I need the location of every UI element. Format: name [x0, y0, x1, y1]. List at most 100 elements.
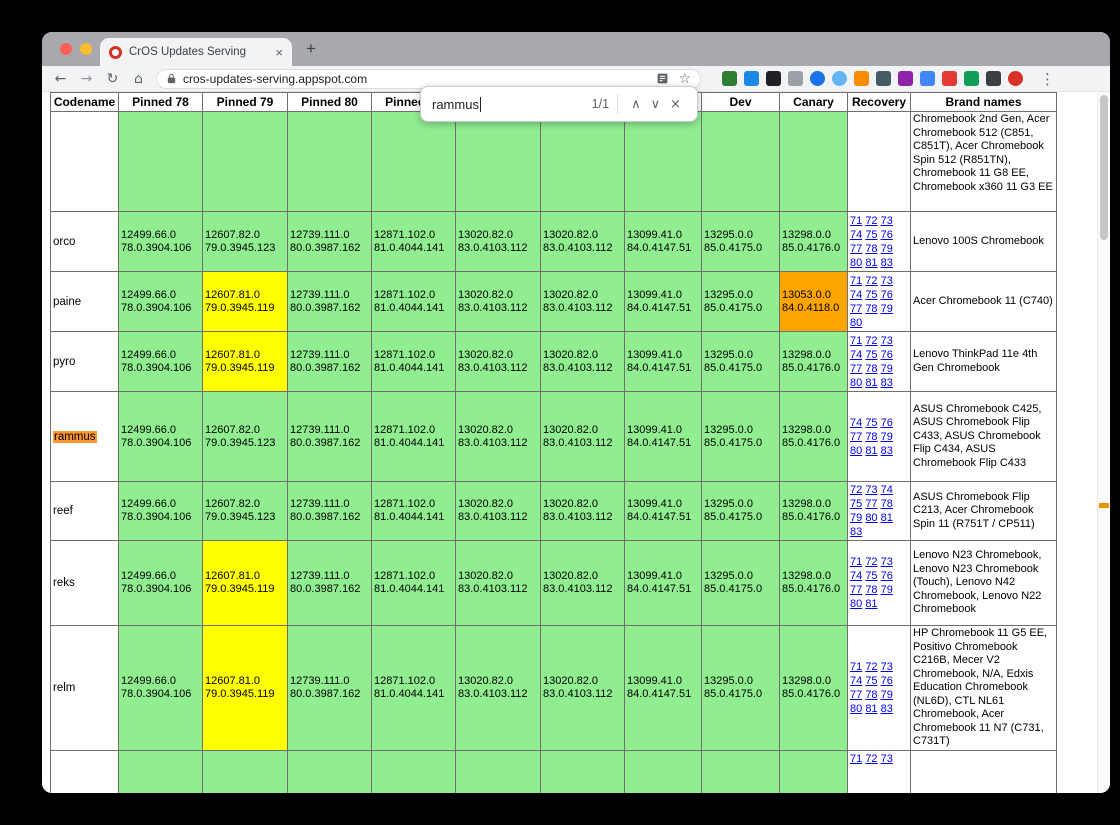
recovery-link[interactable]: 76 — [881, 675, 893, 687]
recovery-link[interactable]: 75 — [865, 417, 877, 429]
recovery-link[interactable]: 73 — [865, 484, 877, 496]
find-close-button[interactable]: × — [665, 97, 686, 112]
recovery-link[interactable]: 83 — [850, 526, 862, 538]
extension-icon-9[interactable] — [898, 71, 913, 86]
extension-icon-10[interactable] — [920, 71, 935, 86]
recovery-link[interactable]: 77 — [850, 431, 862, 443]
recovery-link[interactable]: 79 — [850, 512, 862, 524]
extension-icon-14[interactable] — [1008, 71, 1023, 86]
recovery-link[interactable]: 76 — [881, 570, 893, 582]
recovery-link[interactable]: 79 — [881, 431, 893, 443]
recovery-link[interactable]: 80 — [850, 257, 862, 269]
recovery-link[interactable]: 81 — [865, 598, 877, 610]
recovery-link[interactable]: 79 — [881, 303, 893, 315]
recovery-link[interactable]: 78 — [865, 584, 877, 596]
recovery-link[interactable]: 83 — [881, 703, 893, 715]
recovery-link[interactable]: 79 — [881, 243, 893, 255]
recovery-link[interactable]: 76 — [881, 289, 893, 301]
extension-icon-13[interactable] — [986, 71, 1001, 86]
recovery-link[interactable]: 77 — [850, 689, 862, 701]
recovery-link[interactable]: 72 — [865, 661, 877, 673]
close-window-button[interactable] — [60, 43, 72, 55]
recovery-link[interactable]: 74 — [850, 675, 862, 687]
recovery-link[interactable]: 80 — [850, 598, 862, 610]
recovery-link[interactable]: 71 — [850, 753, 862, 765]
browser-menu-icon[interactable]: ⋮ — [1040, 70, 1055, 88]
extension-icon-12[interactable] — [964, 71, 979, 86]
recovery-link[interactable]: 73 — [881, 275, 893, 287]
recovery-link[interactable]: 73 — [881, 556, 893, 568]
recovery-link[interactable]: 79 — [881, 689, 893, 701]
recovery-link[interactable]: 78 — [865, 689, 877, 701]
save-page-icon[interactable] — [656, 72, 669, 85]
back-button[interactable]: ← — [52, 72, 69, 86]
recovery-link[interactable]: 71 — [850, 556, 862, 568]
minimize-window-button[interactable] — [80, 43, 92, 55]
recovery-link[interactable]: 75 — [865, 349, 877, 361]
recovery-link[interactable]: 74 — [850, 229, 862, 241]
recovery-link[interactable]: 77 — [850, 243, 862, 255]
recovery-link[interactable]: 73 — [881, 215, 893, 227]
recovery-link[interactable]: 75 — [850, 498, 862, 510]
extension-icon-3[interactable] — [766, 71, 781, 86]
recovery-link[interactable]: 80 — [850, 445, 862, 457]
recovery-link[interactable]: 75 — [865, 675, 877, 687]
recovery-link[interactable]: 73 — [881, 661, 893, 673]
recovery-link[interactable]: 71 — [850, 275, 862, 287]
recovery-link[interactable]: 78 — [865, 243, 877, 255]
find-previous-button[interactable]: ∧ — [626, 97, 646, 112]
recovery-link[interactable]: 78 — [865, 363, 877, 375]
recovery-link[interactable]: 81 — [865, 257, 877, 269]
recovery-link[interactable]: 72 — [865, 335, 877, 347]
reload-button[interactable]: ↻ — [104, 72, 121, 86]
recovery-link[interactable]: 77 — [850, 584, 862, 596]
tab-close-icon[interactable]: × — [275, 46, 283, 59]
extension-icon-8[interactable] — [876, 71, 891, 86]
recovery-link[interactable]: 76 — [881, 417, 893, 429]
find-input[interactable]: rammus — [432, 97, 479, 112]
extension-icon-6[interactable] — [832, 71, 847, 86]
recovery-link[interactable]: 83 — [881, 445, 893, 457]
recovery-link[interactable]: 75 — [865, 289, 877, 301]
recovery-link[interactable]: 81 — [865, 703, 877, 715]
recovery-link[interactable]: 72 — [865, 753, 877, 765]
recovery-link[interactable]: 77 — [850, 363, 862, 375]
page-scrollbar[interactable] — [1097, 92, 1110, 793]
recovery-link[interactable]: 80 — [865, 512, 877, 524]
extension-icon-11[interactable] — [942, 71, 957, 86]
recovery-link[interactable]: 73 — [881, 753, 893, 765]
recovery-link[interactable]: 74 — [850, 417, 862, 429]
recovery-link[interactable]: 71 — [850, 335, 862, 347]
forward-button[interactable]: → — [78, 72, 95, 86]
recovery-link[interactable]: 79 — [881, 363, 893, 375]
recovery-link[interactable]: 74 — [850, 570, 862, 582]
recovery-link[interactable]: 72 — [865, 556, 877, 568]
new-tab-button[interactable]: + — [306, 39, 316, 59]
recovery-link[interactable]: 71 — [850, 215, 862, 227]
extension-icon-1[interactable] — [722, 71, 737, 86]
home-button[interactable]: ⌂ — [130, 72, 147, 86]
recovery-link[interactable]: 71 — [850, 661, 862, 673]
recovery-link[interactable]: 76 — [881, 229, 893, 241]
recovery-link[interactable]: 83 — [881, 377, 893, 389]
recovery-link[interactable]: 72 — [865, 275, 877, 287]
recovery-link[interactable]: 74 — [850, 289, 862, 301]
recovery-link[interactable]: 72 — [850, 484, 862, 496]
bookmark-star-icon[interactable]: ☆ — [678, 72, 691, 86]
extension-icon-5[interactable] — [810, 71, 825, 86]
recovery-link[interactable]: 74 — [850, 349, 862, 361]
extension-icon-2[interactable] — [744, 71, 759, 86]
scrollbar-thumb[interactable] — [1100, 95, 1108, 240]
recovery-link[interactable]: 75 — [865, 229, 877, 241]
recovery-link[interactable]: 79 — [881, 584, 893, 596]
recovery-link[interactable]: 72 — [865, 215, 877, 227]
recovery-link[interactable]: 77 — [850, 303, 862, 315]
extension-icon-4[interactable] — [788, 71, 803, 86]
tab-cros-updates-serving[interactable]: CrOS Updates Serving × — [100, 38, 292, 66]
recovery-link[interactable]: 80 — [850, 317, 862, 329]
recovery-link[interactable]: 76 — [881, 349, 893, 361]
recovery-link[interactable]: 81 — [865, 377, 877, 389]
recovery-link[interactable]: 74 — [881, 484, 893, 496]
recovery-link[interactable]: 78 — [881, 498, 893, 510]
recovery-link[interactable]: 81 — [865, 445, 877, 457]
